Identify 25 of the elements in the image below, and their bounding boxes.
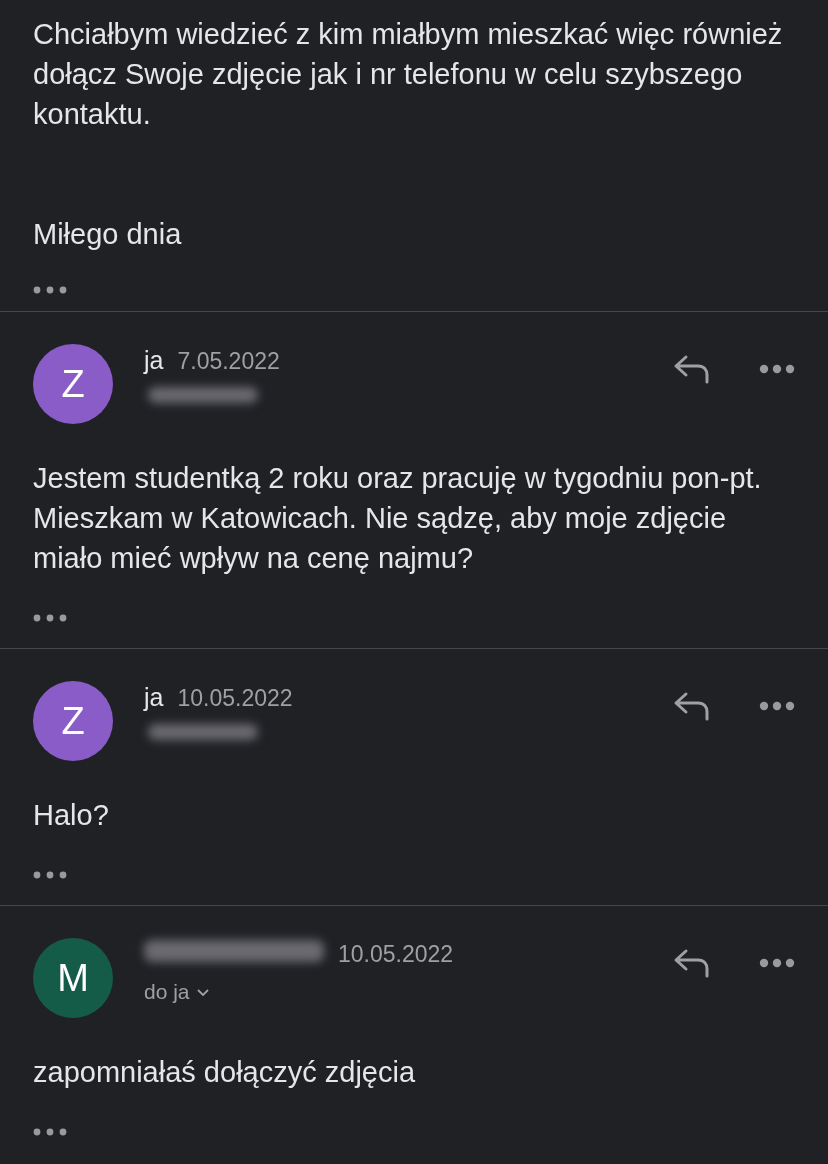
message-date: 10.05.2022 [338, 941, 454, 968]
sender-name: ja [144, 346, 164, 375]
sender-name: ja [144, 683, 164, 712]
avatar: M [33, 938, 113, 1018]
reply-icon[interactable] [673, 948, 711, 978]
avatar: Z [33, 344, 113, 424]
more-icon[interactable] [759, 364, 795, 374]
avatar: Z [33, 681, 113, 761]
message-date: 10.05.2022 [177, 685, 293, 712]
chevron-down-icon[interactable] [195, 987, 210, 997]
more-icon[interactable] [759, 701, 795, 711]
recipient-label[interactable]: do ja [144, 980, 190, 1004]
message-text: zapomniałaś dołączyć zdjęcia [33, 1055, 417, 1090]
message-text: Miłego dnia [33, 217, 183, 252]
message-date: 7.05.2022 [177, 348, 280, 375]
reply-icon[interactable] [673, 354, 711, 384]
more-icon[interactable] [759, 958, 795, 968]
show-trimmed-icon[interactable] [33, 871, 67, 879]
show-trimmed-icon[interactable] [33, 1128, 67, 1136]
message-text: Halo? [33, 798, 110, 833]
show-trimmed-icon[interactable] [33, 286, 67, 294]
show-trimmed-icon[interactable] [33, 614, 67, 622]
message-text: Chciałbym wiedzieć z kim miałbym mieszkać więc również dołącz Swoje zdjęcie jak i nr telefonu w celu szybszego kontaktu. [33, 17, 784, 132]
message-text: Jestem studentką 2 roku oraz pracuję w tygodniu pon-pt. Mieszkam w Katowicach. Nie sądzę, aby moje zdjęcie miało mieć wpływ na cenę najmu? [33, 461, 763, 576]
reply-icon[interactable] [673, 691, 711, 721]
